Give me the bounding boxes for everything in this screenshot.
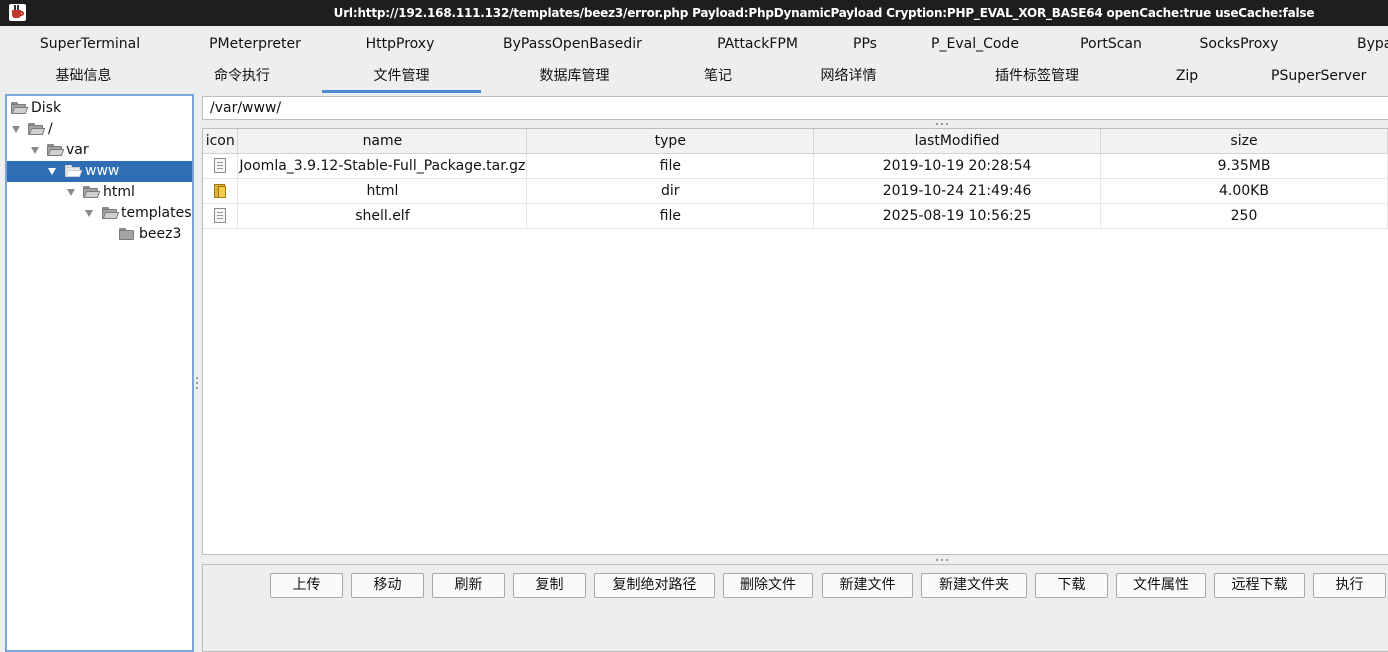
remote-download-button[interactable]: 远程下载 <box>1214 573 1305 598</box>
column-header-type[interactable]: type <box>526 129 815 154</box>
plugin-tab-row: SuperTerminal PMeterpreter HttpProxy ByP… <box>5 29 1388 61</box>
tab-database-manager[interactable]: 数据库管理 <box>481 61 668 93</box>
tab-bypass-truncated[interactable]: Bypa <box>1357 29 1388 61</box>
open-folder-icon <box>11 102 29 114</box>
refresh-button[interactable]: 刷新 <box>432 573 505 598</box>
execute-button[interactable]: 执行 <box>1313 573 1386 598</box>
tab-bypassopenbasedir[interactable]: ByPassOpenBasedir <box>465 29 680 61</box>
delete-file-button[interactable]: 删除文件 <box>723 573 813 598</box>
new-folder-button[interactable]: 新建文件夹 <box>921 573 1027 598</box>
tab-plugin-tag-manager[interactable]: 插件标签管理 <box>929 61 1145 93</box>
row-size: 4.00KB <box>1100 178 1388 204</box>
file-properties-button[interactable]: 文件属性 <box>1116 573 1206 598</box>
tree-node-beez3[interactable]: beez3 <box>7 224 192 245</box>
expand-triangle-icon[interactable] <box>12 126 20 133</box>
expand-triangle-icon[interactable] <box>85 210 93 217</box>
tab-notes[interactable]: 笔记 <box>668 61 768 93</box>
tree-node-templates[interactable]: templates <box>7 203 192 224</box>
table-row[interactable]: Joomla_3.9.12-Stable-Full_Package.tar.gz… <box>203 153 1388 179</box>
tab-p-eval-code[interactable]: P_Eval_Code <box>895 29 1055 61</box>
tree-node-label: beez3 <box>139 226 182 242</box>
upload-button[interactable]: 上传 <box>270 573 343 598</box>
tree-node-disk[interactable]: Disk <box>7 98 192 119</box>
directory-tree[interactable]: Disk / var www html templates beez3 <box>5 94 194 652</box>
tab-pmeterpreter[interactable]: PMeterpreter <box>175 29 335 61</box>
row-lastmodified: 2019-10-24 21:49:46 <box>813 178 1101 204</box>
tree-node-label: html <box>103 184 135 200</box>
new-file-button[interactable]: 新建文件 <box>822 573 913 598</box>
tab-file-manager[interactable]: 文件管理 <box>322 61 481 93</box>
action-panel: 上传 移动 刷新 复制 复制绝对路径 删除文件 新建文件 新建文件夹 下载 文件… <box>202 564 1388 652</box>
row-icon-cell <box>203 203 239 229</box>
tree-node-root[interactable]: / <box>7 119 192 140</box>
column-header-lastmodified[interactable]: lastModified <box>813 129 1101 154</box>
open-folder-icon <box>65 165 83 177</box>
table-row[interactable]: html dir 2019-10-24 21:49:46 4.00KB <box>203 178 1388 204</box>
row-lastmodified: 2025-08-19 10:56:25 <box>813 203 1101 229</box>
row-type: file <box>526 203 815 229</box>
horizontal-splitter-handle[interactable] <box>934 122 950 126</box>
row-lastmodified: 2019-10-19 20:28:54 <box>813 153 1101 179</box>
expand-triangle-icon[interactable] <box>31 147 39 154</box>
tree-node-label: www <box>85 163 120 179</box>
row-name: Joomla_3.9.12-Stable-Full_Package.tar.gz <box>237 153 528 179</box>
tab-psuperserver[interactable]: PSuperServer <box>1271 61 1388 93</box>
open-folder-icon <box>102 207 120 219</box>
main-tab-row: 基础信息 命令执行 文件管理 数据库管理 笔记 网络详情 插件标签管理 Zip … <box>5 61 1388 93</box>
copy-absolute-path-button[interactable]: 复制绝对路径 <box>594 573 715 598</box>
tab-portscan[interactable]: PortScan <box>1055 29 1167 61</box>
tree-node-label: / <box>48 121 53 137</box>
tree-node-label: var <box>66 142 89 158</box>
tab-superterminal[interactable]: SuperTerminal <box>5 29 175 61</box>
horizontal-splitter-handle[interactable] <box>934 558 950 562</box>
row-icon-cell <box>203 153 239 179</box>
row-name: html <box>237 178 528 204</box>
row-size: 9.35MB <box>1100 153 1388 179</box>
row-size: 250 <box>1100 203 1388 229</box>
tree-node-www[interactable]: www <box>7 161 192 182</box>
open-folder-icon <box>47 144 65 156</box>
column-header-icon[interactable]: icon <box>203 129 239 154</box>
open-folder-icon <box>83 186 101 198</box>
file-table[interactable]: icon name type lastModified size Joomla_… <box>202 128 1388 555</box>
tab-network-details[interactable]: 网络详情 <box>768 61 929 93</box>
move-button[interactable]: 移动 <box>351 573 424 598</box>
folder-icon <box>213 183 227 198</box>
folder-icon <box>119 228 135 240</box>
vertical-splitter-handle[interactable] <box>195 375 199 391</box>
expand-triangle-icon[interactable] <box>48 168 56 175</box>
table-row[interactable]: shell.elf file 2025-08-19 10:56:25 250 <box>203 203 1388 229</box>
tree-node-var[interactable]: var <box>7 140 192 161</box>
tree-node-html[interactable]: html <box>7 182 192 203</box>
download-button[interactable]: 下载 <box>1035 573 1108 598</box>
file-manager-main: /var/www/ icon name type lastModified si… <box>202 94 1388 652</box>
tree-node-label: templates <box>121 205 192 221</box>
window-title: Url:http://192.168.111.132/templates/bee… <box>333 6 1315 20</box>
tab-httpproxy[interactable]: HttpProxy <box>335 29 465 61</box>
window-title-bar: Url:http://192.168.111.132/templates/bee… <box>0 0 1388 26</box>
row-name: shell.elf <box>237 203 528 229</box>
row-type: file <box>526 153 815 179</box>
column-header-name[interactable]: name <box>237 129 528 154</box>
tab-basic-info[interactable]: 基础信息 <box>5 61 162 93</box>
file-icon <box>214 158 227 173</box>
file-icon <box>214 208 227 223</box>
tab-command-exec[interactable]: 命令执行 <box>162 61 322 93</box>
copy-button[interactable]: 复制 <box>513 573 586 598</box>
row-type: dir <box>526 178 815 204</box>
row-icon-cell <box>203 178 239 204</box>
tab-zip[interactable]: Zip <box>1145 61 1229 93</box>
expand-triangle-icon[interactable] <box>67 189 75 196</box>
table-header-row: icon name type lastModified size <box>203 129 1388 154</box>
column-header-size[interactable]: size <box>1100 129 1388 154</box>
open-folder-icon <box>28 123 46 135</box>
tab-socksproxy[interactable]: SocksProxy <box>1167 29 1311 61</box>
path-input[interactable]: /var/www/ <box>202 96 1388 120</box>
tree-node-label: Disk <box>31 100 62 116</box>
tab-pattackfpm[interactable]: PAttackFPM <box>680 29 835 61</box>
tab-pps[interactable]: PPs <box>835 29 895 61</box>
